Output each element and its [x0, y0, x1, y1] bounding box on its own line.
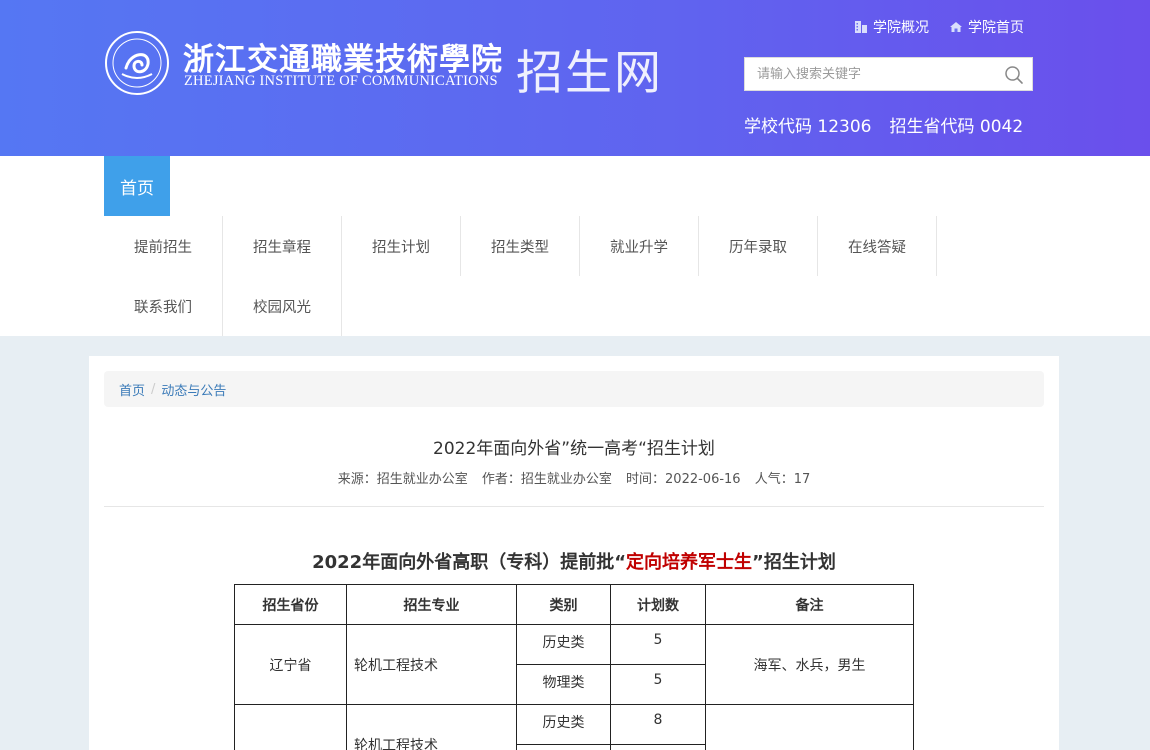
major-cell: 轮机工程技术 [346, 704, 517, 750]
table-header-row: 招生省份 招生专业 类别 计划数 备注 [234, 584, 914, 625]
province-cell: 辽宁省 [234, 624, 347, 705]
province-cell [234, 704, 347, 750]
top-links: 学院概况 学院首页 [854, 17, 1024, 37]
top-link-about-label: 学院概况 [873, 20, 929, 36]
site-header: 浙江交通職業技術學院 ZHEJIANG INSTITUTE OF COMMUNI… [0, 0, 1150, 156]
plan-title-before: 2022年面向外省高职（专科）提前批“ [312, 552, 627, 573]
brand-name-en[interactable]: ZHEJIANG INSTITUTE OF COMMUNICATIONS [184, 73, 498, 90]
plan-count-cell: 5 [610, 624, 706, 665]
table-row: 轮机工程技术 历史类 8 [234, 704, 914, 750]
plan-count-cell: 5 [610, 664, 706, 705]
nav-row-2: 联系我们 校园风光 [104, 276, 342, 336]
plan-table-title: 2022年面向外省高职（专科）提前批“定向培养军士生”招生计划 [89, 548, 1059, 574]
top-link-homepage-label: 学院首页 [968, 20, 1024, 36]
search-icon[interactable] [1004, 65, 1024, 85]
article-title: 2022年面向外省”统一高考“招生计划 [433, 439, 715, 459]
nav-item-campus[interactable]: 校园风光 [223, 276, 342, 336]
nav-item-admission-types[interactable]: 招生类型 [461, 216, 580, 276]
breadcrumb-home[interactable]: 首页 [119, 380, 145, 399]
nav-item-early-admission[interactable]: 提前招生 [104, 216, 223, 276]
nav-item-admission-rules[interactable]: 招生章程 [223, 216, 342, 276]
search-box [744, 57, 1033, 91]
nav-row-1: 提前招生 招生章程 招生计划 招生类型 就业升学 历年录取 在线答疑 [104, 216, 937, 276]
category-cell: 历史类 [516, 624, 611, 665]
table-header-cell: 备注 [705, 584, 914, 625]
top-link-about[interactable]: 学院概况 [854, 17, 929, 37]
breadcrumb-separator: / [151, 381, 156, 397]
search-input[interactable] [745, 58, 985, 90]
article-card: 首页 / 动态与公告 2022年面向外省”统一高考“招生计划 来源：招生就业办公… [89, 356, 1059, 750]
category-cell [516, 744, 611, 750]
plan-title-after: ”招生计划 [752, 552, 836, 573]
meta-time: 时间：2022-06-16 [626, 472, 741, 487]
table-header-cell: 计划数 [610, 584, 706, 625]
plan-count-cell [610, 744, 706, 750]
note-cell: 海军、水兵，男生 [705, 624, 914, 705]
table-row: 辽宁省 轮机工程技术 历史类 5 海军、水兵，男生 [234, 624, 914, 705]
breadcrumb-current[interactable]: 动态与公告 [161, 380, 226, 399]
meta-source: 来源：招生就业办公室 [337, 472, 468, 487]
breadcrumb: 首页 / 动态与公告 [104, 371, 1044, 407]
table-header-cell: 招生省份 [234, 584, 347, 625]
building-icon [855, 21, 867, 33]
note-cell [705, 704, 914, 750]
nav-item-employment[interactable]: 就业升学 [580, 216, 699, 276]
meta-views: 人气：17 [754, 472, 811, 487]
table-header-cell: 招生专业 [346, 584, 517, 625]
main-nav: 首页 提前招生 招生章程 招生计划 招生类型 就业升学 历年录取 在线答疑 联系… [0, 156, 1150, 336]
school-code: 学校代码 12306 [744, 117, 872, 137]
plan-count-cell: 8 [610, 704, 706, 745]
enrollment-codes: 学校代码 12306 招生省代码 0042 [744, 112, 1023, 137]
major-cell: 轮机工程技术 [346, 624, 517, 705]
college-logo-icon[interactable] [104, 30, 170, 96]
article-meta: 来源：招生就业办公室 作者：招生就业办公室 时间：2022-06-16 人气：1… [89, 468, 1059, 487]
meta-author: 作者：招生就业办公室 [481, 472, 612, 487]
nav-item-online-qa[interactable]: 在线答疑 [818, 216, 937, 276]
nav-item-admission-plan[interactable]: 招生计划 [342, 216, 461, 276]
home-icon [950, 22, 962, 32]
plan-title-highlight: 定向培养军士生 [626, 552, 753, 573]
top-link-homepage[interactable]: 学院首页 [949, 17, 1024, 37]
category-cell: 物理类 [516, 664, 611, 705]
site-name: 招生网 [516, 46, 663, 101]
nav-item-past-admissions[interactable]: 历年录取 [699, 216, 818, 276]
province-code: 招生省代码 0042 [889, 117, 1024, 137]
plan-table: 招生省份 招生专业 类别 计划数 备注 辽宁省 轮机工程技术 历史类 5 海军、… [234, 584, 914, 750]
nav-item-contact[interactable]: 联系我们 [104, 276, 223, 336]
divider [104, 506, 1044, 507]
nav-item-home[interactable]: 首页 [104, 156, 170, 216]
table-header-cell: 类别 [516, 584, 611, 625]
category-cell: 历史类 [516, 704, 611, 745]
